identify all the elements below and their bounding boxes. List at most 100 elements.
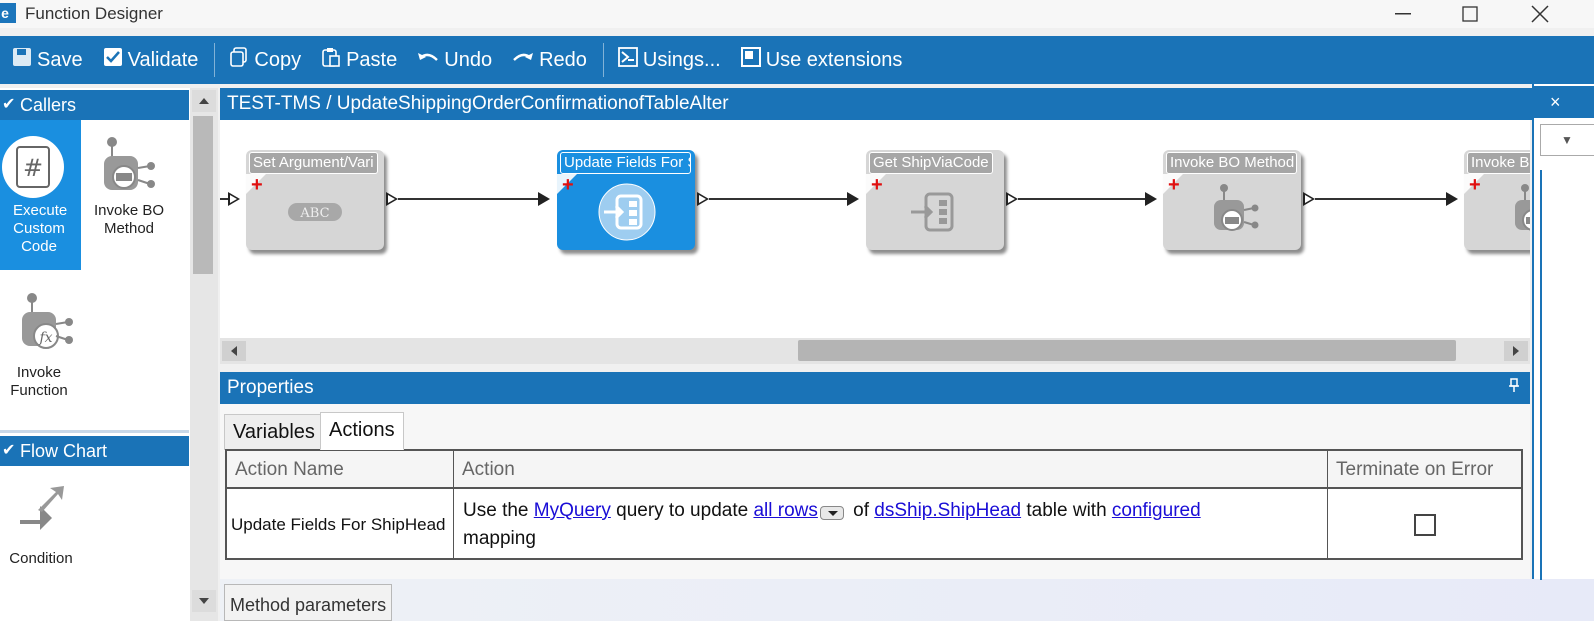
add-icon[interactable]: + (562, 175, 574, 195)
bo-method-icon (1498, 182, 1530, 242)
save-label: Save (37, 48, 83, 71)
condition-icon (0, 484, 66, 544)
properties-panel-header: Properties (220, 372, 1530, 404)
scroll-left-button[interactable] (222, 341, 246, 361)
canvas-horizontal-scrollbar[interactable] (220, 338, 1530, 364)
minimize-button[interactable] (1380, 0, 1426, 28)
palette-divider (0, 430, 189, 433)
action-name-cell: Update Fields For ShipHead (231, 515, 446, 534)
configured-link[interactable]: configured (1112, 500, 1201, 521)
maximize-button[interactable] (1447, 0, 1493, 28)
abc-text: ABC (299, 206, 329, 221)
close-panel-button[interactable]: × (1534, 86, 1594, 118)
connector-line (398, 198, 538, 200)
extensions-checkbox-icon (740, 47, 761, 73)
tab-variables[interactable]: Variables (224, 414, 324, 450)
flow-chart-group-label: Flow Chart (20, 441, 108, 461)
function-designer-window: e Function Designer Save Validate Copy P… (0, 0, 1594, 621)
connector-line (220, 198, 228, 200)
designer-breadcrumb: TEST-TMS / UpdateShippingOrderConfirmati… (220, 88, 1532, 120)
palette-scrollbar[interactable] (190, 88, 218, 621)
flow-chart-group-header[interactable]: ✔ Flow Chart (0, 436, 189, 466)
action-text: table with (1021, 500, 1112, 521)
close-window-button[interactable] (1517, 0, 1563, 28)
paste-button[interactable]: Paste (315, 40, 403, 80)
panel-border (1540, 170, 1542, 580)
undo-button[interactable]: Undo (411, 40, 498, 80)
use-extensions-button[interactable]: Use extensions (735, 40, 909, 80)
add-icon[interactable]: + (251, 175, 263, 195)
usings-icon (617, 47, 638, 73)
connector-line (709, 198, 847, 200)
table-link[interactable]: dsShip.ShipHead (874, 500, 1021, 521)
actions-table: Action Name Action Terminate on Error Up… (225, 449, 1523, 560)
column-header-action[interactable]: Action (454, 451, 1327, 489)
redo-icon (512, 49, 534, 72)
pin-icon[interactable] (1508, 372, 1520, 404)
scroll-thumb[interactable] (798, 340, 1456, 361)
palette-item-condition[interactable]: Condition (0, 478, 81, 578)
scroll-thumb[interactable] (193, 116, 213, 274)
save-button[interactable]: Save (6, 40, 89, 80)
redo-button[interactable]: Redo (506, 40, 593, 80)
properties-title: Properties (227, 377, 314, 398)
column-header-terminate-on-error[interactable]: Terminate on Error (1328, 451, 1521, 489)
column-divider (1327, 451, 1328, 558)
connector-arrow (697, 192, 709, 206)
connector-arrow (1145, 192, 1157, 206)
validate-button[interactable]: Validate (97, 40, 205, 80)
node-title: Get ShipViaCode (869, 152, 993, 174)
action-text: of (847, 500, 875, 521)
action-text: mapping (463, 528, 536, 549)
bo-method-icon (1197, 182, 1269, 242)
workflow-node-get-shipviacode[interactable]: Get ShipViaCode + (866, 150, 1004, 250)
workflow-node-set-argument[interactable]: Set Argument/Vari + ABC (246, 150, 384, 250)
scroll-right-button[interactable] (1504, 341, 1528, 361)
terminate-on-error-checkbox[interactable] (1414, 514, 1436, 536)
query-link[interactable]: MyQuery (534, 500, 611, 521)
connector-line (1315, 198, 1446, 200)
palette-item-label: Condition (9, 550, 73, 567)
palette-item-label: Invoke BO Method (93, 202, 165, 237)
toolbar-separator (214, 43, 216, 77)
workflow-node-invoke-bo[interactable]: Invoke BO + (1464, 150, 1530, 250)
undo-label: Undo (444, 48, 493, 71)
usings-button[interactable]: Usings... (612, 40, 727, 80)
app-logo-icon: e (0, 3, 16, 23)
rows-dropdown-button[interactable] (819, 506, 844, 520)
connector-arrow (228, 192, 240, 206)
callers-group-label: Callers (20, 95, 77, 115)
tab-actions[interactable]: Actions (320, 412, 404, 450)
copy-button[interactable]: Copy (223, 40, 307, 80)
palette-item-label: Invoke Function (10, 364, 68, 399)
update-fields-icon (900, 182, 972, 242)
palette-item-invoke-bo-method[interactable]: Invoke BO Method (81, 120, 177, 270)
svg-text:fx: fx (38, 330, 52, 346)
node-title: Invoke BO Method (1166, 152, 1297, 174)
panel-dropdown[interactable]: ▼ (1540, 124, 1594, 156)
scroll-up-button[interactable] (192, 90, 216, 112)
palette-item-execute-custom-code[interactable]: # Execute Custom Code (0, 120, 81, 270)
column-header-action-name[interactable]: Action Name (227, 451, 453, 489)
scroll-down-button[interactable] (192, 590, 216, 612)
use-extensions-label: Use extensions (765, 48, 903, 71)
workflow-node-update-fields[interactable]: Update Fields For S + (557, 150, 695, 250)
toolbox-palette: ✔ Callers # Execute Custom Code Invoke B… (0, 88, 190, 621)
workflow-canvas[interactable]: Set Argument/Vari + ABC Update Fields Fo… (220, 120, 1530, 338)
tab-method-parameters[interactable]: Method parameters (224, 584, 393, 621)
add-icon[interactable]: + (1168, 175, 1180, 195)
paste-icon (321, 47, 341, 73)
callers-group-header[interactable]: ✔ Callers (0, 90, 189, 120)
custom-code-icon: # (0, 134, 66, 200)
action-description-cell: Use the MyQuery query to update all rows… (463, 491, 1323, 558)
update-fields-icon (591, 182, 663, 242)
palette-item-invoke-function[interactable]: fx Invoke Function (0, 284, 81, 414)
expand-check-icon: ✔ (2, 442, 16, 459)
add-icon[interactable]: + (871, 175, 883, 195)
right-side-panel: × ▼ (1532, 84, 1594, 580)
toolbar-separator (602, 43, 604, 77)
svg-text:#: # (23, 154, 43, 182)
rows-link[interactable]: all rows (753, 500, 817, 521)
add-icon[interactable]: + (1469, 175, 1481, 195)
workflow-node-invoke-bo-method[interactable]: Invoke BO Method + (1163, 150, 1301, 250)
